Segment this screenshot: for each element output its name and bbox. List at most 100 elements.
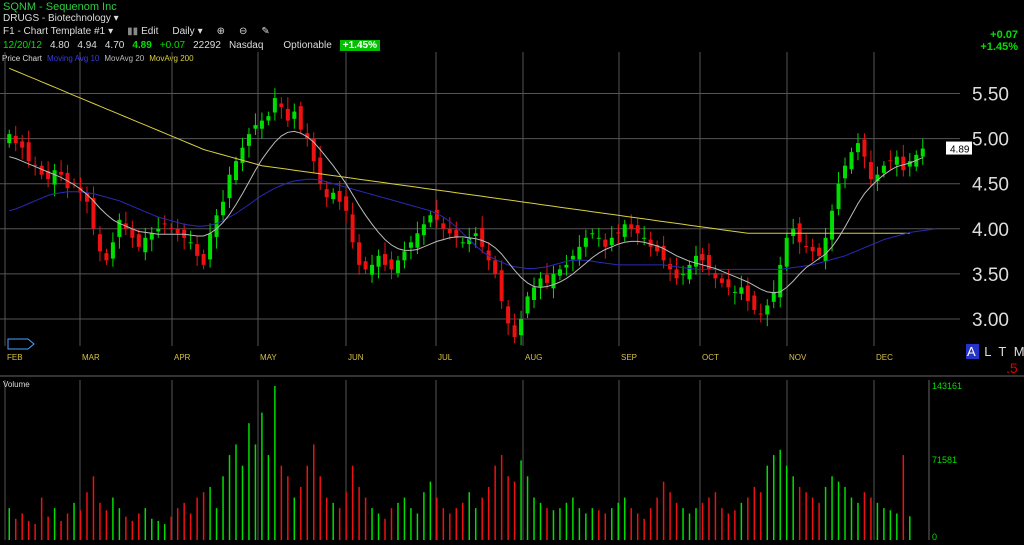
candle-body: [732, 291, 737, 293]
candle-body: [188, 242, 193, 244]
candle-body: [376, 255, 381, 267]
candle-body: [817, 247, 822, 256]
candle-body: [719, 278, 724, 283]
candle-body: [830, 210, 835, 240]
candle-body: [363, 261, 368, 270]
candle-body: [499, 270, 504, 301]
candle-body: [480, 227, 485, 247]
candle-body: [324, 189, 329, 198]
candle-body: [104, 253, 109, 261]
price-tick-label: 3.50: [972, 265, 1009, 286]
candle-body: [136, 234, 141, 247]
month-label: NOV: [789, 353, 807, 362]
candle-body: [337, 190, 342, 202]
ma200-line: [9, 67, 910, 234]
candle-body: [7, 134, 12, 144]
candle-body: [110, 242, 115, 259]
month-label: APR: [174, 353, 191, 362]
candle-body: [253, 125, 258, 129]
candle-body: [843, 165, 848, 179]
candle-body: [415, 233, 420, 248]
candle-body: [862, 139, 867, 157]
candle-body: [525, 296, 530, 314]
scale-options[interactable]: L T M L: [984, 344, 1024, 359]
candle-body: [609, 237, 614, 246]
candle-body: [629, 224, 634, 229]
candle-body: [344, 196, 349, 211]
candle-body: [771, 291, 776, 302]
candle-body: [460, 242, 465, 244]
candle-body: [408, 242, 413, 248]
candle-body: [642, 237, 647, 239]
candle-body: [888, 160, 893, 162]
candle-body: [227, 174, 232, 199]
candle-body: [20, 141, 25, 148]
candle-body: [59, 171, 64, 175]
candle-body: [577, 246, 582, 260]
candle-body: [162, 223, 167, 225]
candle-body: [758, 313, 763, 315]
candle-body: [350, 214, 355, 243]
volume-tick-label: 143161: [932, 381, 962, 391]
candle-body: [370, 264, 375, 275]
candle-body: [855, 143, 860, 153]
candle-body: [292, 111, 297, 119]
candle-body: [765, 305, 770, 315]
volume-label: Volume: [3, 380, 30, 389]
candle-body: [519, 318, 524, 336]
month-label: SEP: [621, 353, 637, 362]
price-volume-chart[interactable]: 5.50 5.00 4.50 4.00 3.50 3.00 FEB MAR APR MAY JUN J…: [0, 0, 1024, 545]
candle-body: [849, 152, 854, 170]
auto-scale-button[interactable]: A: [966, 344, 979, 359]
candle-body: [894, 156, 899, 165]
candle-body: [791, 228, 796, 237]
candle-body: [881, 165, 886, 173]
price-tick-label: 4.00: [972, 220, 1009, 241]
candle-body: [668, 263, 673, 270]
candle-body: [195, 244, 200, 256]
candle-body: [221, 201, 226, 216]
candle-body: [13, 135, 18, 144]
candle-body: [635, 225, 640, 234]
candle-body: [713, 272, 718, 279]
candle-body: [428, 215, 433, 223]
volume-tick-label: 0: [932, 532, 937, 542]
candle-body: [784, 237, 789, 267]
candle-body: [156, 228, 161, 232]
price-tick-label: 5.50: [972, 85, 1009, 106]
candle-body: [901, 156, 906, 171]
candle-body: [512, 325, 517, 337]
candle-body: [259, 120, 264, 129]
scale-toggle[interactable]: A L T M L: [966, 344, 1024, 359]
moving-average-lines: [9, 67, 936, 294]
scroll-tab-icon: [7, 338, 35, 350]
candle-body: [149, 233, 154, 240]
candle-body: [616, 232, 621, 234]
candle-body: [538, 278, 543, 288]
month-label: JUL: [438, 353, 453, 362]
candle-body: [473, 233, 478, 237]
candle-body: [493, 260, 498, 274]
month-label: MAY: [260, 353, 277, 362]
last-price-label: 4.89: [950, 145, 970, 156]
candle-body: [804, 245, 809, 247]
candle-body: [266, 116, 271, 121]
candle-body: [687, 264, 692, 280]
candle-body: [279, 103, 284, 108]
candle-body: [402, 251, 407, 261]
candle-body: [674, 269, 679, 279]
candle-body: [26, 142, 31, 162]
candle-body: [447, 228, 452, 234]
candle-body: [544, 274, 549, 283]
candle-body: [395, 260, 400, 273]
month-label: AUG: [525, 353, 542, 362]
candle-body: [823, 237, 828, 262]
month-label: FEB: [7, 353, 23, 362]
candle-body: [506, 306, 511, 324]
volume-bars: [8, 386, 911, 540]
candle-body: [97, 234, 102, 252]
candle-body: [246, 134, 251, 146]
candle-body: [700, 254, 705, 261]
month-label: OCT: [702, 353, 719, 362]
candle-body: [739, 287, 744, 294]
